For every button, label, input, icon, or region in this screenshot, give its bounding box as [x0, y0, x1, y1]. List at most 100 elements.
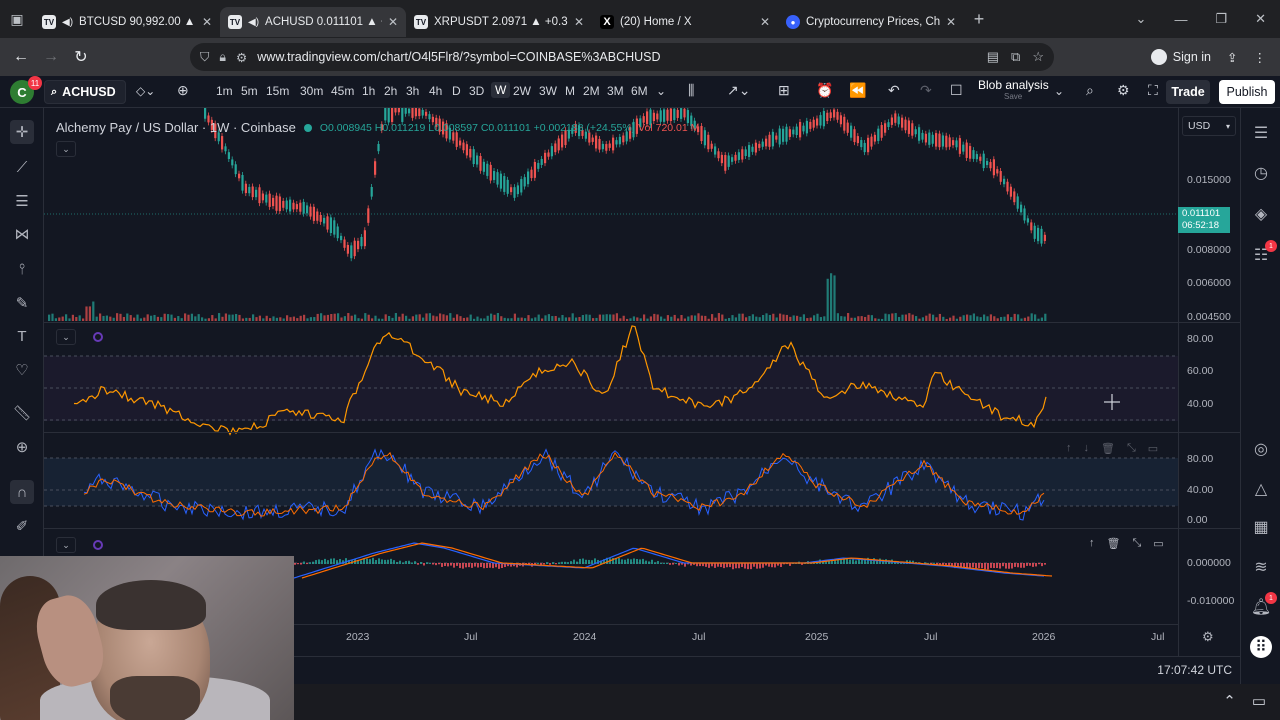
new-tab-button[interactable]: + — [964, 9, 994, 30]
measure-tool-icon[interactable]: ⫯ — [10, 257, 34, 281]
maximize-icon[interactable]: ⤡ — [1132, 537, 1141, 550]
pane-separator[interactable] — [44, 322, 1240, 323]
reload-icon[interactable]: ↻ — [66, 47, 96, 67]
panel-maximize-icon[interactable]: ▭ — [1252, 692, 1266, 710]
ruler-icon[interactable]: 📏︎ — [10, 401, 34, 425]
shield-icon[interactable]: ⛉ — [200, 50, 209, 65]
audio-icon[interactable]: ◀) — [248, 17, 259, 28]
redo-icon[interactable]: ↷ — [920, 82, 932, 99]
clock-icon[interactable]: ◷ — [1250, 162, 1272, 184]
timeframe-2M[interactable]: 2M — [583, 84, 600, 98]
publish-button[interactable]: Publish — [1219, 80, 1275, 104]
tab-x-home[interactable]: X (20) Home / X ✕ — [592, 7, 778, 37]
close-icon[interactable]: ✕ — [388, 15, 398, 29]
timeframe-6M[interactable]: 6M — [631, 84, 648, 98]
tab-achusd[interactable]: TV ◀) ACHUSD 0.011101 ▲ +12.9 ✕ — [220, 7, 406, 37]
compare-add-icon[interactable]: ⊕ — [177, 82, 189, 99]
lock-icon[interactable]: 🔒︎ — [219, 50, 226, 65]
close-icon[interactable]: ✕ — [202, 15, 212, 29]
layers-icon[interactable]: ◈ — [1250, 203, 1272, 225]
timeframe-W[interactable]: W — [491, 82, 511, 98]
move-up-icon[interactable]: ↑ — [1089, 537, 1095, 550]
move-down-icon[interactable]: ↓ — [1084, 442, 1090, 455]
tab-coinmarketcap[interactable]: ● Cryptocurrency Prices, Charts A ✕ — [778, 7, 964, 37]
timeframe-3M[interactable]: 3M — [607, 84, 624, 98]
settings-icon[interactable]: ⚙ — [1117, 82, 1130, 99]
ideas-icon[interactable]: △ — [1250, 478, 1272, 500]
pane-separator[interactable] — [44, 528, 1240, 529]
rsi-collapse-button[interactable]: ⌄ — [56, 329, 76, 345]
currency-select[interactable]: USD ▾ — [1182, 116, 1236, 136]
axis-settings-icon[interactable]: ⚙ — [1202, 629, 1214, 645]
macd-collapse-button[interactable]: ⌄ — [56, 537, 76, 553]
timeframe-45m[interactable]: 45m — [331, 84, 354, 98]
chevron-down-icon[interactable]: ⌄ — [1136, 11, 1147, 27]
maximize-icon[interactable]: ⤡ — [1127, 442, 1136, 455]
alert-icon[interactable]: ⏰ — [816, 82, 833, 99]
trendline-icon[interactable]: ⟋ — [10, 155, 34, 179]
close-icon[interactable]: ✕ — [946, 15, 956, 29]
target-icon[interactable]: ◎ — [1250, 438, 1272, 460]
layout-box-icon[interactable]: ☐ — [950, 82, 963, 99]
pattern-icon[interactable]: ⋈ — [10, 222, 34, 246]
undo-icon[interactable]: ↶ — [888, 82, 900, 99]
minimize-icon[interactable]: — — [1174, 12, 1187, 27]
timeframe-15m[interactable]: 15m — [266, 84, 289, 98]
lock-drawing-icon[interactable]: ✐ — [10, 514, 34, 538]
timeframe-3h[interactable]: 3h — [406, 84, 419, 98]
timeframe-30m[interactable]: 30m — [300, 84, 323, 98]
symbol-description[interactable]: Alchemy Pay / US Dollar · 1W · Coinbase — [56, 120, 296, 135]
chevron-up-icon[interactable]: ⌃ — [1223, 692, 1236, 710]
site-settings-icon[interactable]: ⚙︎ — [236, 50, 247, 65]
crosshair-icon[interactable]: ✛ — [10, 120, 34, 144]
tab-search-icon[interactable]: ▣ — [0, 0, 34, 38]
timeframe-3W[interactable]: 3W — [539, 84, 557, 98]
timeframe-M[interactable]: M — [565, 84, 575, 98]
timeframe-5m[interactable]: 5m — [241, 84, 258, 98]
timeframe-2h[interactable]: 2h — [384, 84, 397, 98]
timeframe-4h[interactable]: 4h — [429, 84, 442, 98]
restore-icon[interactable]: ❐ — [1215, 11, 1227, 27]
menu-icon[interactable]: ⋮ — [1254, 50, 1267, 65]
url-field[interactable]: ⛉ 🔒︎ ⚙︎ www.tradingview.com/chart/O4l5Fl… — [190, 43, 1054, 71]
chevron-down-icon[interactable]: ⌄ — [656, 84, 666, 98]
apps-grid-icon[interactable]: ⠿ — [1250, 636, 1272, 658]
heart-icon[interactable]: ♡ — [10, 358, 34, 382]
audio-icon[interactable]: ◀) — [62, 17, 73, 28]
window-close-icon[interactable]: ✕ — [1255, 11, 1266, 27]
delete-icon[interactable]: 🗑︎ — [1107, 537, 1121, 550]
indicators-icon[interactable]: ↗⌄ — [727, 82, 750, 99]
timeframe-1m[interactable]: 1m — [216, 84, 233, 98]
save-page-icon[interactable]: ⧉ — [1011, 49, 1020, 65]
timeframe-D[interactable]: D — [452, 84, 461, 98]
back-icon[interactable]: ← — [6, 48, 36, 66]
diamond-icon[interactable]: ◇⌄ — [136, 84, 155, 98]
quick-search-icon[interactable]: ⌕ — [1086, 82, 1094, 99]
close-icon[interactable]: ✕ — [760, 15, 770, 29]
sign-in-button[interactable]: Sign in — [1150, 49, 1211, 65]
symbol-search[interactable]: ⌕ ACHUSD — [44, 80, 126, 104]
close-icon[interactable]: ✕ — [574, 15, 584, 29]
timeframe-1h[interactable]: 1h — [362, 84, 375, 98]
utc-clock[interactable]: 17:07:42 UTC — [1157, 663, 1232, 677]
templates-icon[interactable]: ⊞ — [778, 82, 790, 99]
tab-btcusd[interactable]: TV ◀) BTCUSD 90,992.00 ▲ +0.67 ✕ — [34, 7, 220, 37]
legend-collapse-button[interactable]: ⌄ — [56, 141, 76, 157]
brush-icon[interactable]: ✎ — [10, 291, 34, 315]
fib-icon[interactable]: ☰ — [10, 189, 34, 213]
text-icon[interactable]: T — [10, 324, 34, 348]
candle-type-icon[interactable]: ⫼ — [688, 82, 694, 99]
move-up-icon[interactable]: ↑ — [1066, 442, 1072, 455]
tab-xrpusdt[interactable]: TV XRPUSDT 2.0971 ▲ +0.31% ✕ — [406, 7, 592, 37]
layout-name[interactable]: Blob analysis Save — [978, 79, 1049, 102]
collapse-pane-icon[interactable]: ▭ — [1148, 442, 1158, 455]
reader-icon[interactable]: ▤ — [987, 49, 999, 65]
price-axis[interactable]: 0.015000 0.008000 0.006000 0.004500 80.0… — [1178, 108, 1240, 656]
fullscreen-icon[interactable]: ⛶ — [1148, 82, 1158, 99]
timeframe-3D[interactable]: 3D — [469, 84, 484, 98]
trade-button[interactable]: Trade — [1166, 80, 1210, 104]
chart-canvas[interactable] — [44, 108, 1178, 624]
stream-icon[interactable]: ≋ — [1250, 556, 1272, 578]
calendar-icon[interactable]: ▦ — [1250, 516, 1272, 538]
star-icon[interactable]: ☆ — [1032, 49, 1044, 65]
